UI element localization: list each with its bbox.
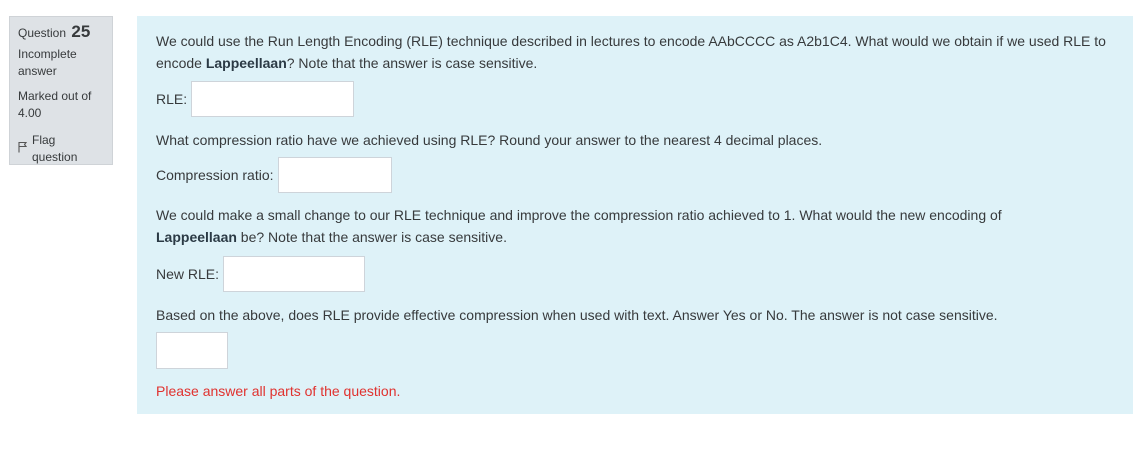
- question-text-3: We could make a small change to our RLE …: [156, 204, 1056, 248]
- compression-ratio-input[interactable]: [277, 157, 392, 193]
- question-text-4: Based on the above, does RLE provide eff…: [156, 307, 998, 323]
- rle-input[interactable]: [191, 81, 355, 117]
- question-text-3-bold: Lappeellaan: [156, 229, 237, 245]
- new-rle-row: New RLE:: [156, 256, 1114, 292]
- question-text-3-start: We could make a small change to our RLE …: [156, 207, 1002, 223]
- question-text-1: We could use the Run Length Encoding (RL…: [156, 30, 1116, 74]
- rle-answer-row: RLE:: [156, 81, 1114, 117]
- yes-no-row: [156, 332, 1114, 369]
- new-rle-label: New RLE:: [156, 266, 220, 282]
- question-state: Incomplete answer: [18, 47, 77, 78]
- question-number: 25: [71, 22, 91, 41]
- new-rle-input[interactable]: [223, 256, 366, 292]
- yes-no-input[interactable]: [156, 332, 228, 369]
- flag-question-label: Flag question: [32, 133, 78, 164]
- compression-ratio-row: Compression ratio:: [156, 157, 1114, 193]
- flag-icon: [18, 141, 28, 158]
- validation-error-message: Please answer all parts of the question.: [156, 383, 401, 399]
- question-label: Question: [18, 26, 67, 40]
- question-text-1-end: ? Note that the answer is case sensitive…: [286, 55, 538, 71]
- question-text-3-end: be? Note that the answer is case sensiti…: [236, 229, 507, 245]
- question-text-2: What compression ratio have we achieved …: [156, 132, 823, 148]
- question-text-1-bold: Lappeellaan: [205, 55, 287, 71]
- question-number-line: Question 25: [18, 23, 104, 42]
- flag-question-link[interactable]: Flag question: [18, 132, 104, 166]
- compression-ratio-label: Compression ratio:: [156, 167, 274, 183]
- question-grade: Marked out of 4.00: [18, 89, 92, 120]
- question-content: We could use the Run Length Encoding (RL…: [137, 16, 1133, 414]
- question-info-panel: Question 25 Incomplete answer Marked out…: [9, 16, 113, 165]
- rle-label: RLE:: [156, 91, 188, 107]
